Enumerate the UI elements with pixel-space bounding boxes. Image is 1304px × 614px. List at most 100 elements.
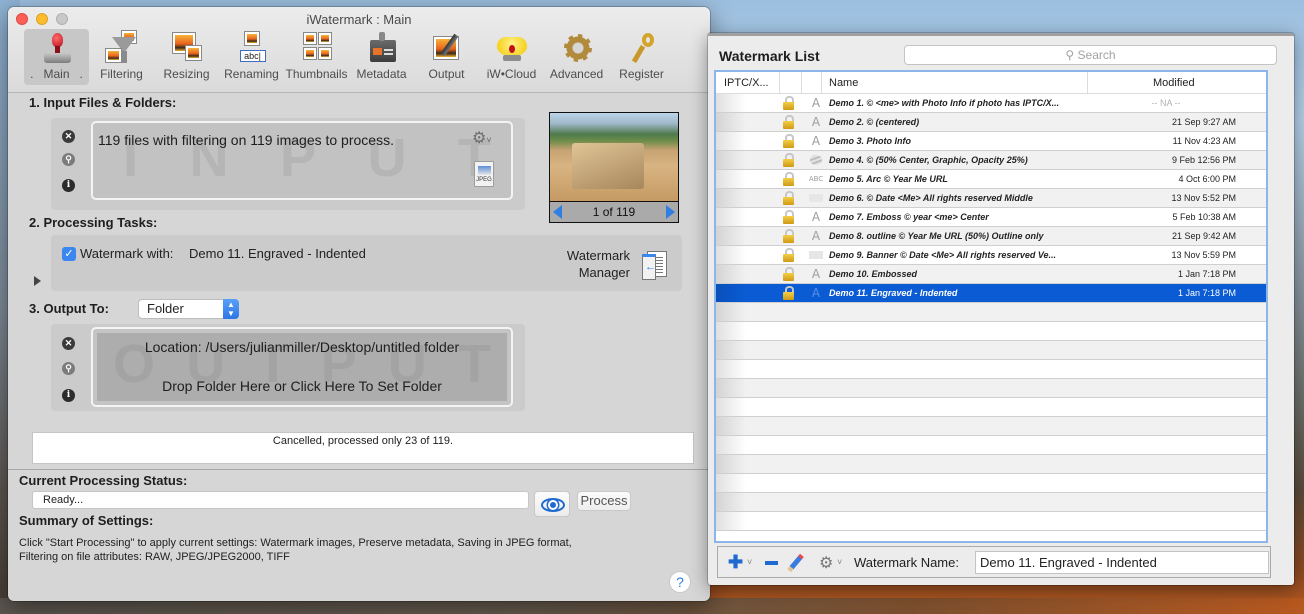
add-menu-chevron-icon[interactable]: ˅ [747, 557, 752, 567]
clear-input-icon[interactable]: ✕ [62, 130, 75, 143]
options-chevron-icon[interactable]: ˅ [837, 557, 842, 567]
empty-table-row [716, 303, 1266, 322]
table-row[interactable]: ABC Demo 5. Arc © Year Me URL 4 Oct 6:00 P… [716, 170, 1266, 189]
watermark-checkbox[interactable]: ✓ [62, 247, 76, 261]
table-row[interactable]: A Demo 8. outline © Year Me URL (50%) Out… [716, 227, 1266, 246]
text-watermark-icon: A [811, 210, 821, 224]
toolbar-label: iW•Cloud [486, 67, 537, 81]
table-row[interactable]: Demo 4. © (50% Center, Graphic, Opacity … [716, 151, 1266, 170]
output-info-icon[interactable]: i [62, 389, 75, 402]
disclosure-triangle-icon[interactable] [34, 276, 41, 286]
watermark-manager-label[interactable]: Watermark Manager [556, 247, 630, 281]
lock-icon [783, 210, 794, 224]
toolbar-renaming[interactable]: abc| Renaming [219, 29, 284, 85]
output-drop-hint: Drop Folder Here or Click Here To Set Fo… [162, 378, 442, 394]
empty-table-row [716, 474, 1266, 493]
toolbar-thumbnails[interactable]: Thumbnails [284, 29, 349, 85]
table-row[interactable]: A Demo 7. Emboss © year <me> Center 5 Feb … [716, 208, 1266, 227]
lock-icon [783, 248, 794, 262]
modified-date: 11 Nov 4:23 AM [1172, 136, 1236, 146]
previous-image-arrow-icon[interactable] [553, 205, 562, 219]
toolbar-main[interactable]: . Main . [24, 29, 89, 85]
text-watermark-icon: A [811, 115, 821, 129]
input-options-gear-icon[interactable]: ⚙˅ [472, 128, 492, 148]
toolbar-advanced[interactable]: Advanced [544, 29, 609, 85]
toolbar-label: Renaming [224, 67, 279, 81]
toolbar-label: Filtering [100, 67, 143, 81]
remove-watermark-icon[interactable] [765, 561, 778, 565]
modified-date: 9 Feb 12:56 PM [1171, 155, 1236, 165]
text-watermark-icon: A [811, 229, 821, 243]
modified-date: 4 Oct 6:00 PM [1178, 174, 1236, 184]
table-row[interactable]: Demo 6. © Date <Me> All rights reserved … [716, 189, 1266, 208]
table-row[interactable]: A Demo 10. Embossed 1 Jan 7:18 PM [716, 265, 1266, 284]
table-row[interactable]: Demo 9. Banner © Date <Me> All rights re… [716, 246, 1266, 265]
text-watermark-icon: A [811, 286, 821, 300]
toolbar-label: Resizing [163, 67, 210, 81]
processing-status-heading: Current Processing Status: [19, 473, 188, 488]
lock-icon [783, 229, 794, 243]
text-watermark-icon: A [811, 96, 821, 110]
table-row[interactable]: A Demo 3. Photo Info 11 Nov 4:23 AM [716, 132, 1266, 151]
tasks-heading: 2. Processing Tasks: [29, 215, 158, 230]
selected-watermark-name: Demo 11. Engraved - Indented [189, 246, 366, 261]
toolbar-iwcloud[interactable]: iW•Cloud [479, 29, 544, 85]
column-iptc[interactable]: IPTC/X... [724, 72, 769, 94]
info-icon[interactable]: i [62, 179, 75, 192]
preview-navigator: 1 of 119 [550, 201, 678, 222]
watermark-list-title: Watermark List [719, 48, 820, 64]
input-drop-zone[interactable]: INPUT 119 files with filtering on 119 im… [91, 121, 513, 200]
toolbar-metadata[interactable]: Metadata [349, 29, 414, 85]
preview-button[interactable] [534, 491, 570, 517]
modified-date: 21 Sep 9:27 AM [1171, 117, 1236, 127]
toolbar-resizing[interactable]: Resizing [154, 29, 219, 85]
toolbar-label: Advanced [549, 67, 604, 81]
process-button[interactable]: Process [577, 491, 631, 511]
toolbar-filtering[interactable]: Filtering [89, 29, 154, 85]
watermark-options-gear-icon[interactable]: ⚙ [819, 553, 833, 573]
modified-date: 13 Nov 5:59 PM [1171, 250, 1236, 260]
column-modified[interactable]: Modified [1153, 72, 1195, 94]
output-drop-zone[interactable]: OUTPUT Location: /Users/julianmiller/Des… [91, 327, 513, 407]
watermark-manager-icon[interactable]: ← [642, 251, 667, 280]
lock-icon [783, 96, 794, 110]
add-watermark-icon[interactable]: ✚ [728, 553, 743, 571]
next-image-arrow-icon[interactable] [666, 205, 675, 219]
watermark-name: Demo 3. Photo Info [829, 136, 911, 146]
lock-icon [783, 153, 794, 167]
watermark-with-label: Watermark with: [80, 246, 174, 261]
summary-heading: Summary of Settings: [19, 513, 154, 528]
watermark-name: Demo 10. Embossed [829, 269, 918, 279]
empty-table-row [716, 436, 1266, 455]
watermark-name-field[interactable]: Demo 11. Engraved - Indented [975, 551, 1269, 574]
help-button[interactable]: ? [669, 571, 691, 593]
edit-watermark-pencil-icon[interactable] [787, 553, 804, 573]
modified-date: 1 Jan 7:18 PM [1177, 269, 1236, 279]
empty-table-row [716, 493, 1266, 512]
search-input[interactable]: ⚲ Search [904, 45, 1277, 65]
reveal-output-icon[interactable]: ⚲ [62, 362, 75, 375]
eye-icon [541, 498, 565, 512]
empty-table-row [716, 417, 1266, 436]
toolbar-label: Metadata [356, 67, 407, 81]
toolbar-output[interactable]: Output [414, 29, 479, 85]
clear-output-icon[interactable]: ✕ [62, 337, 75, 350]
output-destination-select[interactable]: Folder ▲ ▼ [138, 299, 239, 319]
watermark-name: Demo 9. Banner © Date <Me> All rights re… [829, 250, 1057, 260]
jpeg-file-icon: JPEG [474, 161, 494, 187]
toolbar-register[interactable]: Register [609, 29, 674, 85]
gear-icon [559, 31, 595, 65]
magnify-icon[interactable]: ⚲ [62, 153, 75, 166]
toolbar-label: . Main . [30, 67, 83, 81]
watermark-name: Demo 11. Engraved - Indented [829, 288, 958, 298]
modified-date: 1 Jan 7:18 PM [1177, 288, 1236, 298]
modified-date: 21 Sep 9:42 AM [1171, 231, 1236, 241]
preview-image[interactable] [550, 113, 678, 201]
summary-text: Click "Start Processing" to apply curren… [19, 536, 639, 564]
table-row[interactable]: A Demo 2. © (centered) 21 Sep 9:27 AM [716, 113, 1266, 132]
table-row[interactable]: A Demo 11. Engraved - Indented 1 Jan 7:18 … [716, 284, 1266, 303]
thumbnails-icon [299, 31, 335, 65]
table-body: A Demo 1. © <me> with Photo Info if photo… [716, 94, 1266, 531]
table-row[interactable]: A Demo 1. © <me> with Photo Info if photo… [716, 94, 1266, 113]
column-name[interactable]: Name [829, 72, 858, 94]
